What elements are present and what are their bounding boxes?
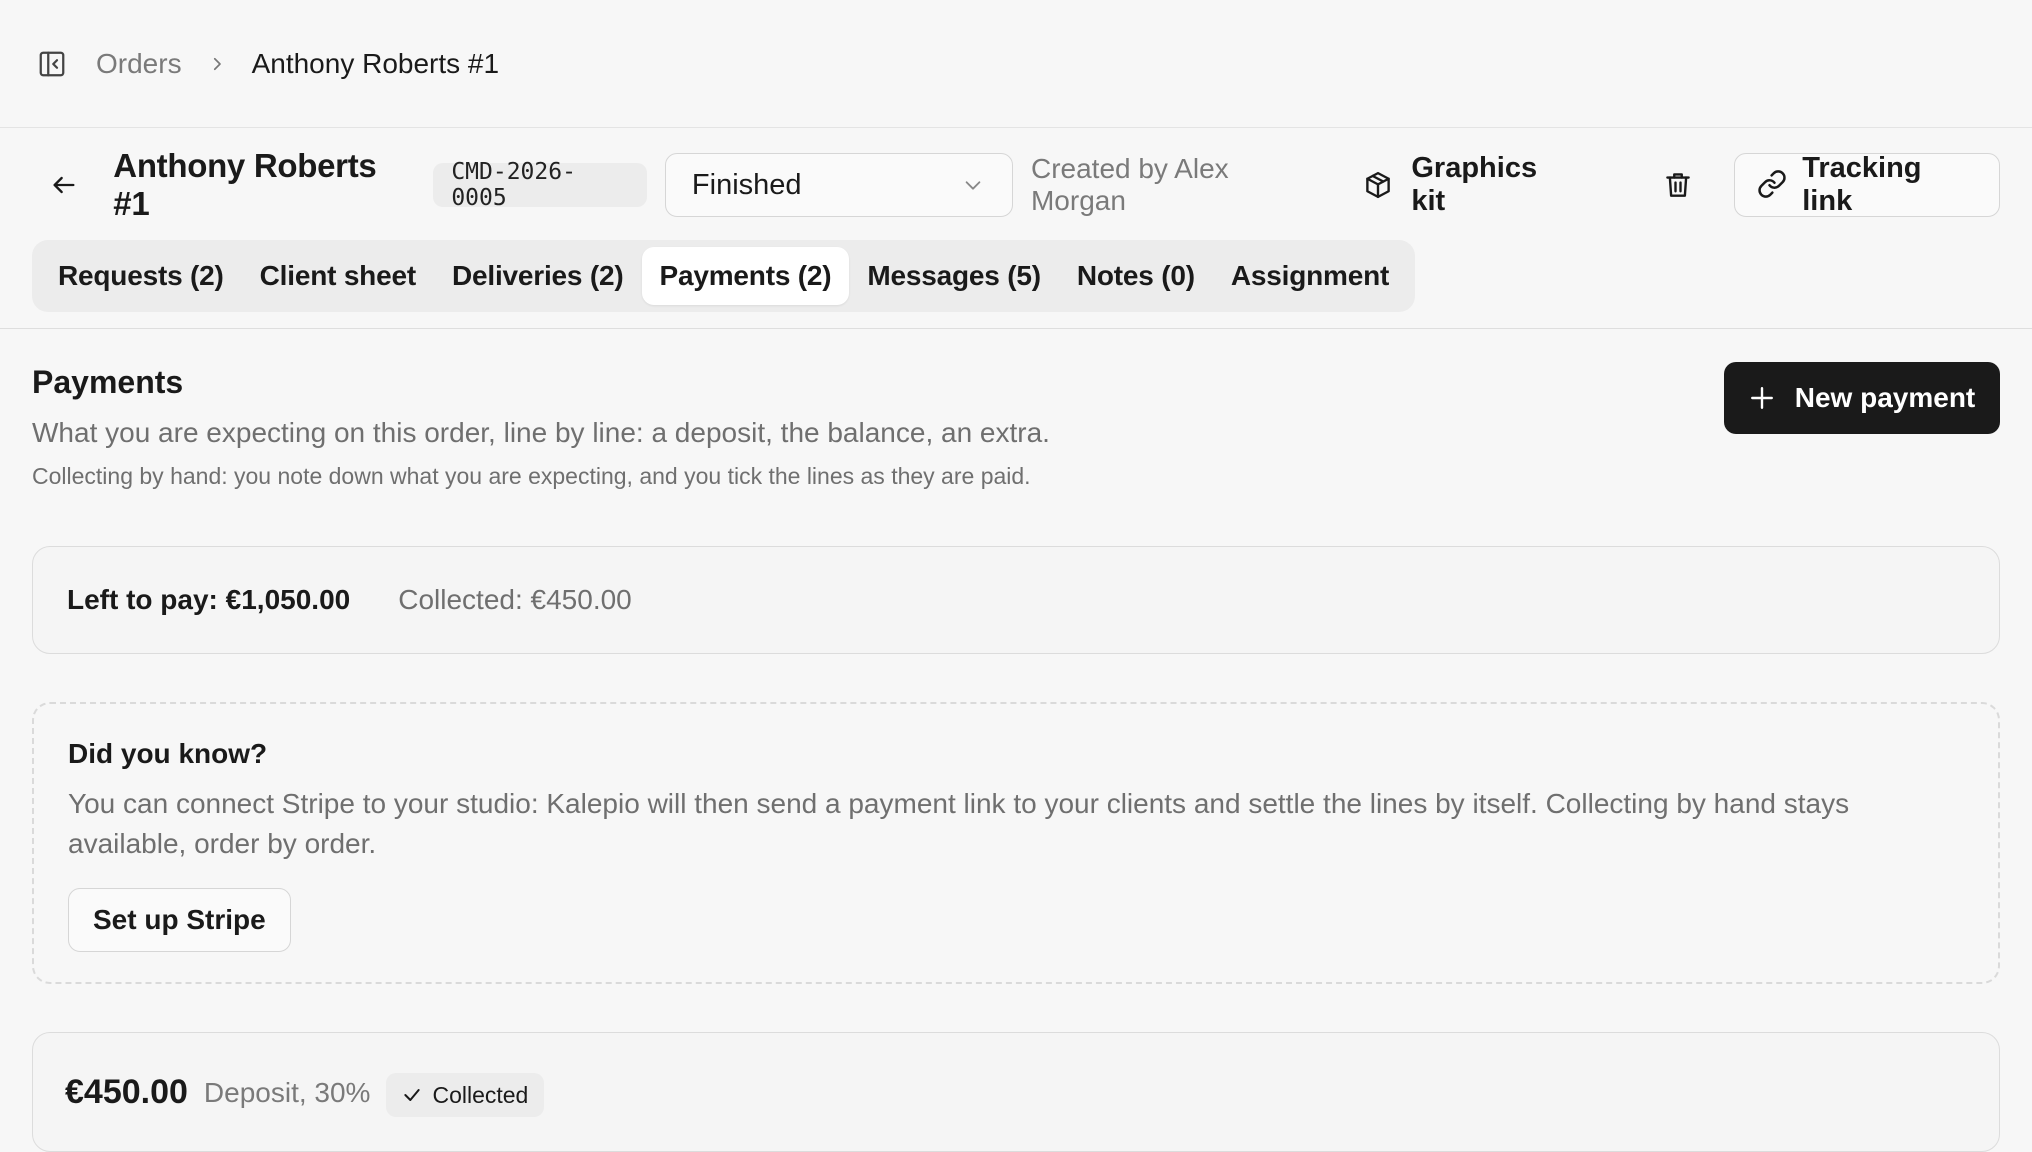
- tracking-link-button[interactable]: Tracking link: [1733, 152, 2000, 217]
- tracking-link-label: Tracking link: [1802, 152, 1922, 217]
- tab-payments[interactable]: Payments (2): [641, 247, 850, 305]
- section-subdescription: Collecting by hand: you note down what y…: [32, 463, 1031, 489]
- stripe-tip-card: Did you know? You can connect Stripe to …: [32, 702, 2000, 984]
- chevron-down-icon: [962, 174, 984, 196]
- left-to-pay-amount: Left to pay: €1,050.00: [67, 584, 351, 615]
- tab-client-sheet[interactable]: Client sheet: [242, 247, 434, 305]
- tab-messages[interactable]: Messages (5): [849, 247, 1058, 305]
- new-payment-button[interactable]: New payment: [1724, 362, 2000, 434]
- order-header-row: Anthony Roberts #1 CMD-2026-0005 Finishe…: [32, 147, 2000, 222]
- package-icon: [1363, 170, 1393, 200]
- setup-stripe-button[interactable]: Set up Stripe: [68, 888, 291, 952]
- status-badge: Collected: [386, 1073, 545, 1117]
- tip-text: You can connect Stripe to your studio: K…: [68, 788, 1850, 859]
- tip-title: Did you know?: [68, 738, 268, 769]
- status-select[interactable]: Finished: [664, 153, 1013, 217]
- section-description: What you are expecting on this order, li…: [32, 417, 1050, 448]
- tab-notes[interactable]: Notes (0): [1059, 247, 1213, 305]
- breadcrumb-orders-link[interactable]: Orders: [96, 48, 182, 80]
- payment-line-label: Deposit, 30%: [203, 1077, 371, 1108]
- order-header: Anthony Roberts #1 CMD-2026-0005 Finishe…: [0, 128, 2032, 329]
- new-payment-label: New payment: [1794, 382, 1976, 413]
- order-tabs: Requests (2) Client sheet Deliveries (2)…: [32, 240, 1416, 312]
- collected-amount: Collected: €450.00: [398, 584, 632, 615]
- tab-requests[interactable]: Requests (2): [40, 247, 242, 305]
- breadcrumb-bar: Orders Anthony Roberts #1: [0, 0, 2032, 128]
- page-title: Anthony Roberts #1: [113, 147, 377, 222]
- created-by-text: Created by Alex Morgan: [1030, 153, 1229, 216]
- status-select-value: Finished: [691, 168, 802, 201]
- payment-summary-card: Left to pay: €1,050.00 Collected: €450.0…: [32, 546, 2000, 654]
- tab-deliveries[interactable]: Deliveries (2): [434, 247, 642, 305]
- chevron-right-icon: [208, 55, 226, 73]
- trash-icon[interactable]: [1662, 167, 1694, 203]
- status-badge-label: Collected: [432, 1081, 529, 1108]
- payment-line-amount: €450.00: [65, 1073, 188, 1111]
- arrow-left-icon[interactable]: [32, 155, 103, 215]
- sidebar-collapse-icon[interactable]: [36, 48, 68, 80]
- order-code-badge: CMD-2026-0005: [433, 159, 647, 211]
- payments-section-header: Payments What you are expecting on this …: [32, 364, 2000, 490]
- section-title: Payments: [32, 364, 184, 400]
- check-icon: [402, 1085, 422, 1105]
- graphics-kit-button[interactable]: Graphics kit: [1363, 152, 1576, 218]
- link-icon: [1757, 169, 1789, 201]
- graphics-kit-label: Graphics kit: [1411, 152, 1538, 217]
- tab-assignment[interactable]: Assignment: [1213, 247, 1407, 305]
- plus-icon: [1749, 385, 1775, 411]
- breadcrumb-current: Anthony Roberts #1: [251, 47, 500, 79]
- payment-line-card[interactable]: €450.00 Deposit, 30% Collected: [32, 1032, 2000, 1152]
